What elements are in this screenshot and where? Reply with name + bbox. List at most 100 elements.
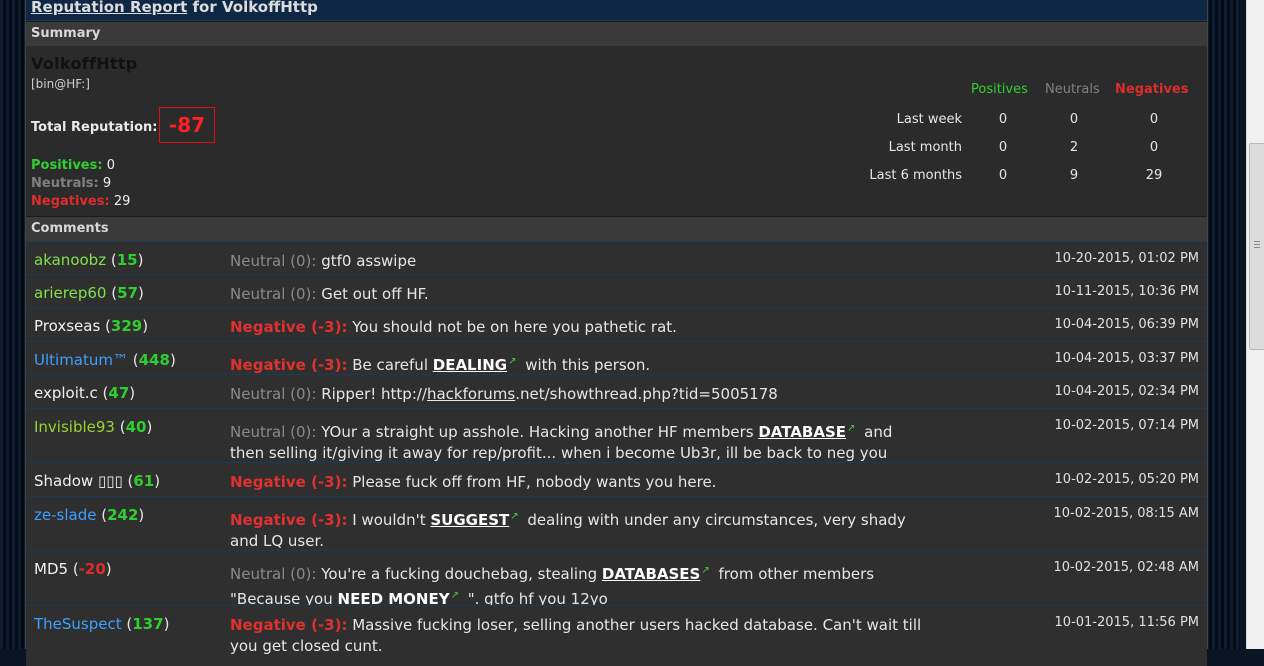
comment-date: 10-02-2015, 07:14 PM xyxy=(1054,418,1199,433)
author-rep[interactable]: 57 xyxy=(117,284,138,302)
comment-row: TheSuspect (137) Negative (-3): Massive … xyxy=(26,605,1207,666)
reputation-report-panel: Reputation Report for VolkoffHttp Summar… xyxy=(25,0,1208,666)
comment-text: Negative (-3): Please fuck off from HF, … xyxy=(230,473,717,491)
comment-author: exploit.c (47) xyxy=(34,384,136,402)
comment-author: MD5 (-20) xyxy=(34,560,112,578)
summary-section: VolkoffHttp [bin@HF:] Total Reputation: … xyxy=(26,46,1207,216)
stats-cell: 29 xyxy=(1145,168,1163,183)
rating-tag: Negative (-3): xyxy=(230,318,348,336)
rating-tag: Neutral (0): xyxy=(230,252,317,270)
external-link-icon: ↗ xyxy=(701,565,710,576)
comment-text: Neutral (0): Get out off HF. xyxy=(230,285,429,303)
comment-date: 10-02-2015, 08:15 AM xyxy=(1053,506,1199,521)
stats-cell: 0 xyxy=(998,168,1008,183)
comment-row: Ultimatum™ (448) Negative (-3): Be caref… xyxy=(26,341,1207,375)
rating-tag: Negative (-3): xyxy=(230,473,348,491)
page-background-left xyxy=(0,0,26,649)
comment-row: exploit.c (47) Neutral (0): Ripper! http… xyxy=(26,374,1207,409)
stats-cell: 2 xyxy=(1069,140,1079,155)
author-link[interactable]: Shadow ▯▯▯ xyxy=(34,472,123,490)
comment-text: Neutral (0): YOur a straight up asshole.… xyxy=(230,423,893,462)
stats-cell: 0 xyxy=(1149,140,1159,155)
keyword-link[interactable]: SUGGEST xyxy=(430,511,509,529)
author-link[interactable]: Invisible93 xyxy=(34,418,115,436)
author-rep[interactable]: 137 xyxy=(132,615,163,633)
rating-tag: Negative (-3): xyxy=(230,511,348,529)
vertical-scrollbar[interactable] xyxy=(1246,0,1264,649)
stats-header-negatives: Negatives xyxy=(1115,82,1189,97)
comment-date: 10-04-2015, 06:39 PM xyxy=(1054,317,1199,332)
keyword-link[interactable]: DEALING xyxy=(433,356,507,374)
comment-row: Invisible93 (40) Neutral (0): YOur a str… xyxy=(26,408,1207,463)
grip-line xyxy=(1254,244,1260,245)
comment-author: arierep60 (57) xyxy=(34,284,144,302)
keyword-link[interactable]: DATABASES xyxy=(602,565,700,583)
stats-cell: 0 xyxy=(998,140,1008,155)
author-rep[interactable]: 40 xyxy=(126,418,147,436)
stats-cell: 0 xyxy=(1069,112,1079,127)
author-link[interactable]: akanoobz xyxy=(34,251,106,269)
comment-date: 10-01-2015, 11:56 PM xyxy=(1054,615,1199,630)
author-rep[interactable]: 242 xyxy=(107,506,138,524)
grip-line xyxy=(1254,247,1260,248)
comment-text: Negative (-3): You should not be on here… xyxy=(230,318,677,336)
rating-tag: Neutral (0): xyxy=(230,385,317,403)
comment-author: ze-slade (242) xyxy=(34,506,145,524)
author-rep[interactable]: 47 xyxy=(108,384,129,402)
stats-row-label: Last week xyxy=(896,112,962,127)
reputation-report-link[interactable]: Reputation Report xyxy=(31,0,187,16)
author-rep[interactable]: 61 xyxy=(133,472,154,490)
author-link[interactable]: MD5 xyxy=(34,560,68,578)
comment-row: akanoobz (15) Neutral (0): gtf0 asswipe … xyxy=(26,241,1207,275)
stats-header-positives: Positives xyxy=(971,82,1028,97)
external-link-icon: ↗ xyxy=(510,511,519,522)
total-reputation-label: Total Reputation: xyxy=(31,120,158,135)
author-rep[interactable]: 448 xyxy=(139,351,170,369)
author-rep[interactable]: -20 xyxy=(79,560,106,578)
comment-date: 10-02-2015, 02:48 AM xyxy=(1053,560,1199,575)
profile-username[interactable]: VolkoffHttp xyxy=(31,54,138,73)
page-background-right xyxy=(1206,0,1240,649)
comment-author: TheSuspect (137) xyxy=(34,615,170,633)
author-link[interactable]: Proxseas xyxy=(34,317,100,335)
comment-text: Negative (-3): Be careful DEALING↗ with … xyxy=(230,356,651,374)
comment-row: arierep60 (57) Neutral (0): Get out off … xyxy=(26,274,1207,308)
stats-header-neutrals: Neutrals xyxy=(1045,82,1100,97)
author-rep[interactable]: 329 xyxy=(111,317,142,335)
report-title: Reputation Report for VolkoffHttp xyxy=(26,0,1207,21)
comment-text: Negative (-3): I wouldn't SUGGEST↗ deali… xyxy=(230,511,906,550)
grip-line xyxy=(1254,241,1260,242)
author-rep[interactable]: 15 xyxy=(117,251,138,269)
report-title-username: for VolkoffHttp xyxy=(187,0,318,16)
external-link-icon: ↗ xyxy=(508,356,517,367)
comment-date: 10-11-2015, 10:36 PM xyxy=(1054,284,1199,299)
summary-heading: Summary xyxy=(26,21,1207,47)
negatives-count: Negatives: 29 xyxy=(31,194,131,209)
stats-cell: 0 xyxy=(1149,112,1159,127)
stats-row-label: Last month xyxy=(888,140,962,155)
comment-date: 10-02-2015, 05:20 PM xyxy=(1054,472,1199,487)
external-link-icon: ↗ xyxy=(450,590,459,601)
comment-row: Shadow ▯▯▯ (61) Negative (-3): Please fu… xyxy=(26,462,1207,497)
positives-count: Positives: 0 xyxy=(31,158,115,173)
comment-author: Shadow ▯▯▯ (61) xyxy=(34,472,161,490)
comment-row: ze-slade (242) Negative (-3): I wouldn't… xyxy=(26,496,1207,551)
comment-text: Neutral (0): You're a fucking douchebag,… xyxy=(230,565,875,608)
total-reputation-value: -87 xyxy=(159,107,215,143)
url-link[interactable]: hackforums xyxy=(427,385,515,403)
rating-tag: Neutral (0): xyxy=(230,285,317,303)
author-link[interactable]: arierep60 xyxy=(34,284,106,302)
keyword-link[interactable]: DATABASE xyxy=(758,423,846,441)
comments-list: akanoobz (15) Neutral (0): gtf0 asswipe … xyxy=(26,241,1207,666)
author-link[interactable]: Ultimatum™ xyxy=(34,351,128,369)
comment-date: 10-04-2015, 03:37 PM xyxy=(1054,351,1199,366)
author-link[interactable]: TheSuspect xyxy=(34,615,122,633)
rating-tag: Negative (-3): xyxy=(230,356,348,374)
scrollbar-thumb[interactable] xyxy=(1249,143,1264,350)
stats-row-label: Last 6 months xyxy=(869,168,962,183)
user-title: [bin@HF:] xyxy=(31,77,90,91)
author-link[interactable]: ze-slade xyxy=(34,506,96,524)
comment-author: akanoobz (15) xyxy=(34,251,144,269)
comment-text: Neutral (0): Ripper! http://hackforums.n… xyxy=(230,385,778,403)
author-link[interactable]: exploit.c xyxy=(34,384,98,402)
